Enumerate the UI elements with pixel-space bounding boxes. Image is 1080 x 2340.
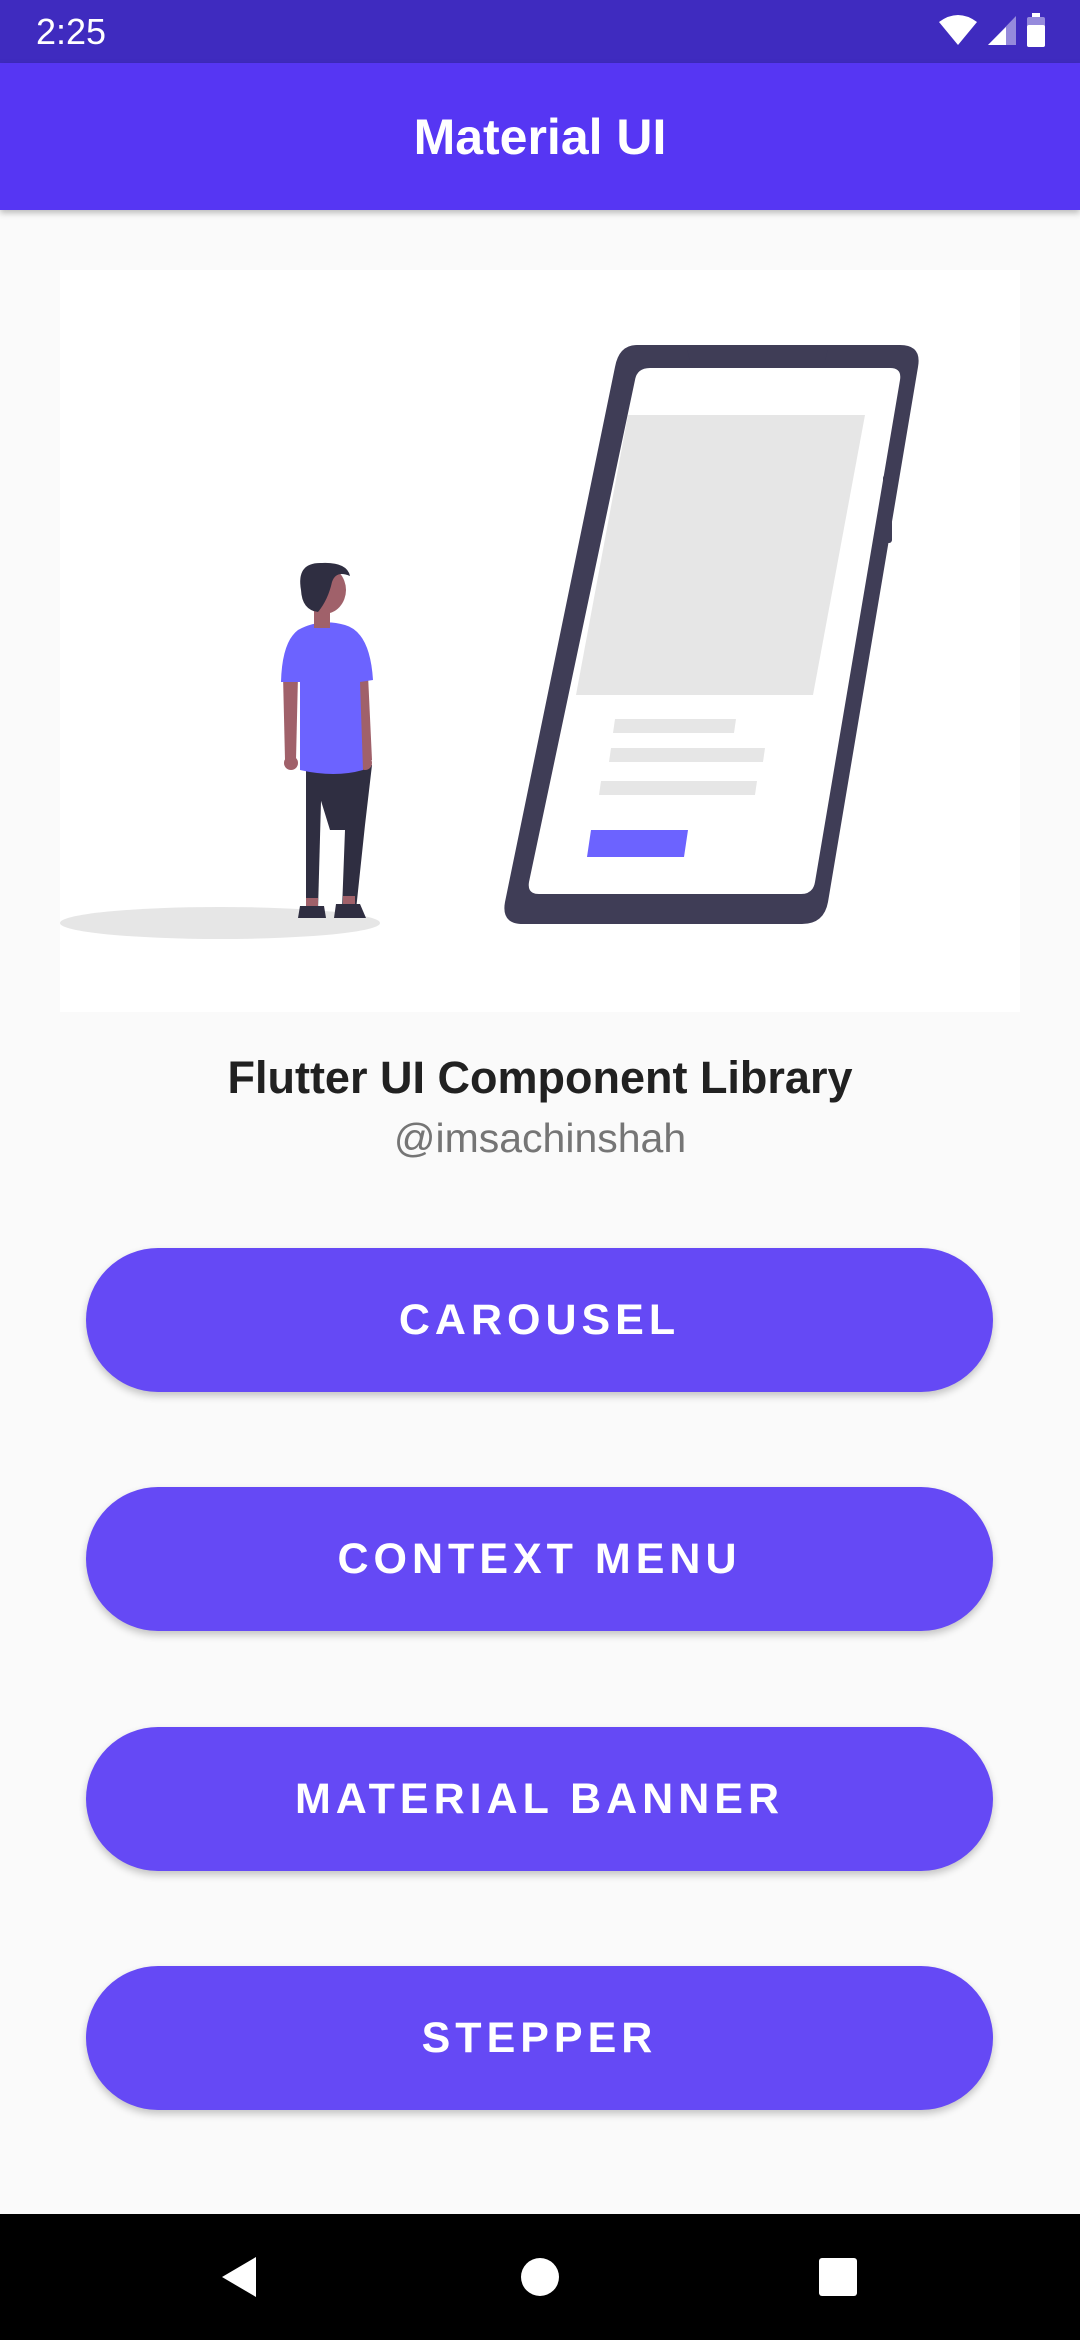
hero-illustration [60, 270, 1020, 1012]
person-phone-illustration [60, 345, 919, 939]
material-banner-button[interactable]: MATERIAL BANNER [86, 1727, 993, 1871]
system-nav-bar [0, 2214, 1080, 2340]
cellular-signal-icon [986, 14, 1018, 51]
status-icons [938, 12, 1046, 52]
app-bar: Material UI [0, 63, 1080, 210]
status-time: 2:25 [36, 11, 107, 52]
carousel-button[interactable]: CAROUSEL [86, 1248, 993, 1392]
stepper-button[interactable]: STEPPER [86, 1966, 993, 2110]
app-title: Material UI [413, 108, 667, 165]
recents-icon[interactable] [778, 2214, 898, 2340]
back-icon[interactable] [180, 2214, 300, 2340]
status-bar: 2:25 [0, 0, 1080, 63]
home-icon[interactable] [480, 2214, 600, 2340]
battery-icon [1026, 12, 1046, 52]
context-menu-button[interactable]: CONTEXT MENU [86, 1487, 993, 1631]
library-handle: @imsachinshah [393, 1115, 687, 1161]
library-title: Flutter UI Component Library [227, 1052, 853, 1103]
wifi-icon [938, 14, 978, 51]
